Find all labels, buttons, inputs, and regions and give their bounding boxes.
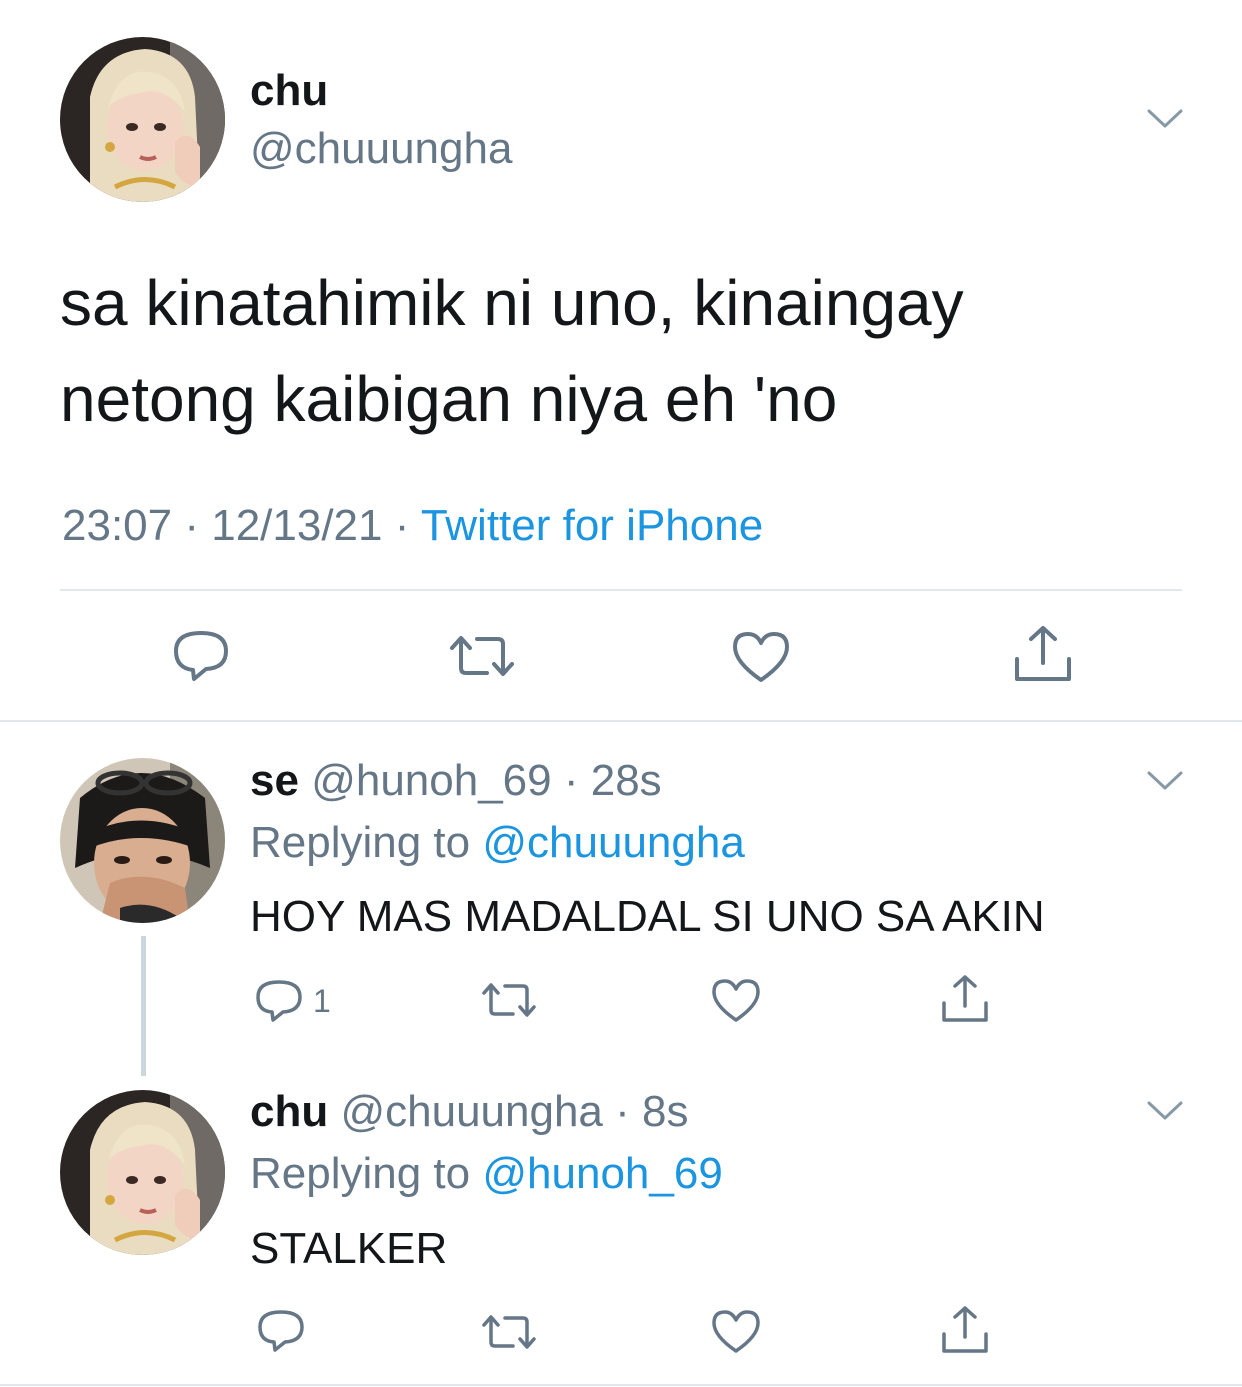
replying-to-prefix: Replying to (250, 818, 483, 867)
reply-icon[interactable] (255, 978, 303, 1022)
retweet-icon[interactable] (449, 634, 515, 678)
reply-author-name[interactable]: chu (250, 1087, 328, 1136)
meta-separator: · (602, 1087, 643, 1136)
author-handle[interactable]: @chuuungha (250, 122, 512, 176)
reply-author-handle[interactable]: @chuuungha (340, 1087, 602, 1136)
replying-to-link[interactable]: @chuuungha (482, 818, 744, 867)
main-avatar[interactable] (60, 37, 225, 202)
reply-avatar[interactable] (60, 758, 225, 923)
tweet-date: 12/13/21 (211, 501, 383, 550)
share-icon[interactable] (940, 1305, 990, 1355)
share-icon[interactable] (940, 974, 990, 1024)
tweet-text-line: netong kaibigan niya eh 'no (60, 363, 838, 435)
retweet-icon[interactable] (481, 981, 537, 1019)
reply-text: STALKER (250, 1224, 448, 1273)
replying-to: Replying to @chuuungha (250, 816, 745, 870)
tweet-text: sa kinatahimik ni uno, kinaingay netong … (60, 255, 1200, 447)
reply-author-handle[interactable]: @hunoh_69 (311, 756, 551, 805)
share-icon[interactable] (1013, 625, 1073, 683)
chevron-down-icon[interactable] (1147, 1100, 1183, 1127)
tweet-time: 23:07 (62, 501, 173, 550)
reply-icon[interactable] (257, 1308, 305, 1352)
meta-separator: · (172, 501, 212, 550)
replying-to-link[interactable]: @hunoh_69 (482, 1149, 722, 1198)
replying-to-prefix: Replying to (250, 1149, 483, 1198)
reply-icon[interactable] (173, 628, 229, 682)
like-icon[interactable] (711, 978, 761, 1024)
meta-separator: · (551, 756, 591, 805)
tweet-source-link[interactable]: Twitter for iPhone (421, 501, 763, 550)
divider (60, 589, 1182, 591)
chevron-down-icon[interactable] (1147, 770, 1183, 797)
like-icon[interactable] (732, 630, 790, 684)
retweet-icon[interactable] (481, 1313, 537, 1351)
reply-header: se @hunoh_69 · 28s (250, 754, 662, 808)
tweet-text-line: sa kinatahimik ni uno, kinaingay (60, 267, 964, 339)
reply-avatar[interactable] (60, 1090, 225, 1255)
like-icon[interactable] (711, 1309, 761, 1355)
reply-author-name[interactable]: se (250, 756, 299, 805)
meta-separator: · (382, 501, 421, 550)
reply-count: 1 (313, 983, 331, 1019)
reply-age[interactable]: 28s (591, 756, 662, 805)
chevron-down-icon[interactable] (1147, 108, 1183, 135)
divider (0, 1384, 1242, 1386)
reply-text: HOY MAS MADALDAL SI UNO SA AKIN (250, 892, 1045, 941)
reply-header: chu @chuuungha · 8s (250, 1085, 689, 1139)
divider (0, 720, 1242, 722)
thread-line (141, 936, 146, 1076)
author-name[interactable]: chu (250, 64, 328, 118)
tweet-meta: 23:07 · 12/13/21 · Twitter for iPhone (62, 498, 763, 554)
reply-age[interactable]: 8s (642, 1087, 688, 1136)
replying-to: Replying to @hunoh_69 (250, 1147, 723, 1201)
